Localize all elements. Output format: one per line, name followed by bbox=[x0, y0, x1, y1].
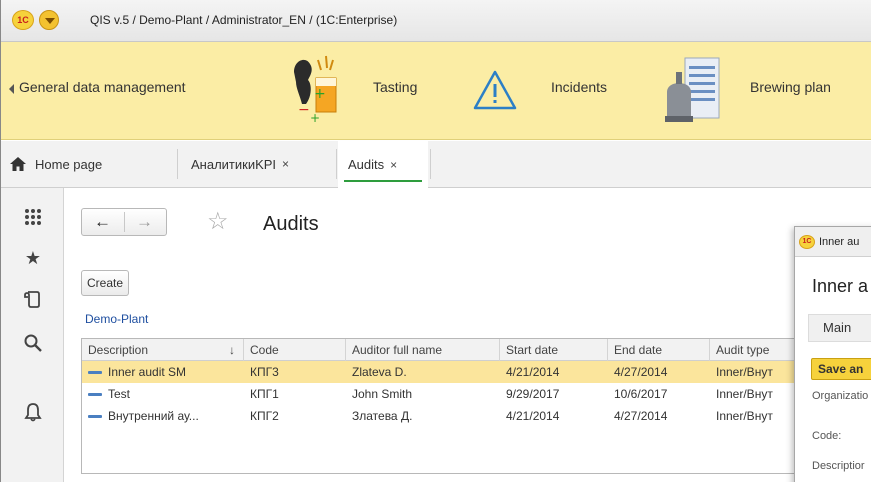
cell-code: КПГ3 bbox=[250, 365, 279, 379]
notifications-bell-icon[interactable] bbox=[23, 402, 43, 422]
column-header-code[interactable]: Code bbox=[244, 339, 346, 361]
cell-end-date: 4/27/2014 bbox=[614, 409, 668, 423]
navigation-buttons: ← → bbox=[81, 208, 167, 236]
tab-bar: Home page АналитикиKPI × Audits × bbox=[1, 141, 871, 188]
cell-start-date: 4/21/2014 bbox=[506, 409, 560, 423]
tab-audits-label: Audits bbox=[348, 157, 385, 172]
tab-divider bbox=[177, 149, 178, 179]
window-title: QIS v.5 / Demo-Plant / Administrator_EN … bbox=[90, 13, 398, 27]
row-icon bbox=[88, 393, 102, 397]
apps-grid-icon[interactable] bbox=[23, 207, 43, 227]
svg-text:+: + bbox=[314, 86, 326, 102]
cell-start-date: 9/29/2017 bbox=[506, 387, 560, 401]
favorite-star-icon[interactable]: ☆ bbox=[207, 210, 229, 234]
dialog-title-bar[interactable]: 1C Inner au bbox=[795, 227, 871, 257]
inner-audit-dialog: 1C Inner au Inner a Main Save an Organiz… bbox=[794, 226, 871, 482]
tab-analytics-label: АналитикиKPI bbox=[191, 156, 277, 172]
column-header-description[interactable]: Description ↓ bbox=[82, 339, 244, 361]
tab-home-label: Home page bbox=[35, 156, 103, 172]
close-icon[interactable]: × bbox=[390, 158, 397, 172]
column-header-label: Description bbox=[88, 343, 149, 357]
main-menu-button[interactable] bbox=[39, 10, 59, 30]
active-tab-indicator bbox=[344, 180, 422, 182]
row-icon bbox=[88, 371, 102, 375]
sections-panel: General data management + − + Tasting In… bbox=[1, 42, 871, 140]
warning-icon[interactable] bbox=[473, 70, 517, 110]
history-scroll-icon[interactable] bbox=[23, 289, 43, 309]
forward-arrow-icon[interactable]: → bbox=[136, 211, 153, 233]
search-icon[interactable] bbox=[23, 333, 43, 353]
dialog-heading: Inner a bbox=[812, 276, 869, 296]
cell-code: КПГ1 bbox=[250, 387, 279, 401]
close-icon[interactable]: × bbox=[282, 157, 289, 171]
section-incidents[interactable]: Incidents bbox=[551, 79, 607, 95]
description-field-label: Descriptior bbox=[812, 460, 865, 472]
svg-text:+: + bbox=[310, 111, 320, 125]
svg-text:−: − bbox=[298, 102, 310, 118]
section-general-data-management[interactable]: General data management bbox=[19, 79, 186, 95]
cell-auditor: John Smith bbox=[352, 387, 413, 401]
cell-code: КПГ2 bbox=[250, 409, 279, 423]
column-header-end-date[interactable]: End date bbox=[608, 339, 710, 361]
tab-audits[interactable]: Audits × bbox=[338, 141, 428, 188]
nav-divider bbox=[124, 212, 125, 232]
cell-description: Внутренний ау... bbox=[82, 405, 244, 427]
column-header-start-date[interactable]: Start date bbox=[500, 339, 608, 361]
cell-start-date: 4/21/2014 bbox=[506, 365, 560, 379]
tab-divider bbox=[430, 149, 431, 179]
organization-field-label: Organizatio bbox=[812, 390, 869, 402]
table-empty-area bbox=[82, 427, 841, 473]
scroll-left-icon[interactable] bbox=[9, 84, 14, 94]
cell-auditor: Zlateva D. bbox=[352, 365, 407, 379]
table-header: Description ↓ Code Auditor full name Sta… bbox=[82, 339, 842, 361]
organization-link[interactable]: Demo-Plant bbox=[85, 312, 148, 326]
app-window: 1C QIS v.5 / Demo-Plant / Administrator_… bbox=[0, 0, 871, 482]
save-and-close-button[interactable]: Save an bbox=[811, 358, 871, 380]
home-icon bbox=[10, 157, 26, 171]
brewing-plan-icon[interactable] bbox=[663, 52, 723, 128]
row-icon bbox=[88, 415, 102, 419]
audits-table: Description ↓ Code Auditor full name Sta… bbox=[81, 338, 842, 474]
create-button[interactable]: Create bbox=[81, 270, 130, 296]
dialog-title: Inner au bbox=[819, 236, 860, 248]
cell-end-date: 4/27/2014 bbox=[614, 365, 668, 379]
section-tasting[interactable]: Tasting bbox=[373, 79, 417, 95]
column-header-auditor[interactable]: Auditor full name bbox=[346, 339, 500, 361]
sort-down-icon: ↓ bbox=[229, 343, 235, 357]
left-toolbar: ★ bbox=[1, 188, 64, 482]
section-brewing-plan[interactable]: Brewing plan bbox=[750, 79, 831, 95]
app-logo-icon: 1C bbox=[799, 235, 815, 249]
tab-main[interactable]: Main bbox=[808, 314, 871, 342]
table-row[interactable]: Внутренний ау... КПГ2 Златева Д. 4/21/20… bbox=[82, 405, 841, 427]
favorites-star-icon[interactable]: ★ bbox=[23, 248, 43, 268]
back-arrow-icon[interactable]: ← bbox=[94, 211, 111, 233]
cell-description: Inner audit SM bbox=[82, 361, 244, 383]
cell-end-date: 10/6/2017 bbox=[614, 387, 668, 401]
page-title: Audits bbox=[263, 213, 319, 235]
tab-home-page[interactable]: Home page bbox=[9, 141, 169, 187]
code-field-label: Code: bbox=[812, 430, 842, 442]
table-row[interactable]: Inner audit SM КПГ3 Zlateva D. 4/21/2014… bbox=[82, 361, 841, 383]
main-content: ← → ☆ Audits Create Demo-Plant Descripti… bbox=[65, 188, 871, 482]
title-bar: 1C QIS v.5 / Demo-Plant / Administrator_… bbox=[1, 0, 871, 42]
tab-analytics-kpi[interactable]: АналитикиKPI × bbox=[191, 141, 331, 187]
table-row[interactable]: Test КПГ1 John Smith 9/29/2017 10/6/2017… bbox=[82, 383, 841, 405]
cell-auditor: Златева Д. bbox=[352, 409, 413, 423]
cell-description: Test bbox=[82, 383, 244, 405]
tasting-icon[interactable]: + − + bbox=[288, 52, 352, 130]
tab-divider bbox=[336, 149, 337, 179]
app-logo-icon: 1C bbox=[12, 10, 34, 30]
